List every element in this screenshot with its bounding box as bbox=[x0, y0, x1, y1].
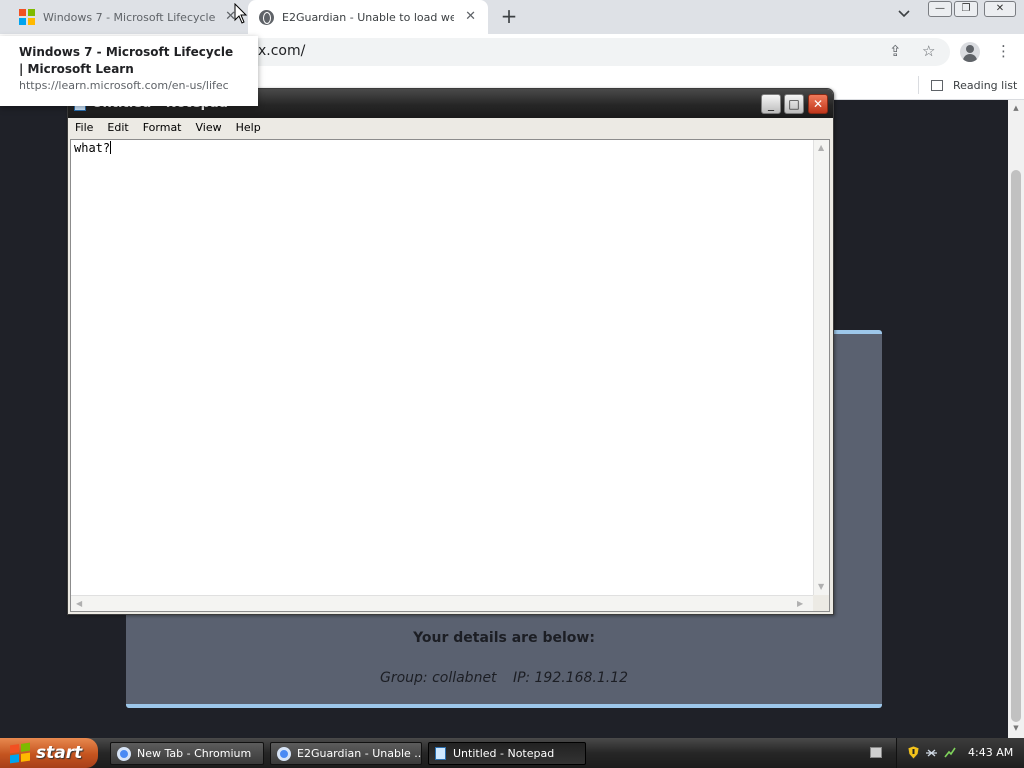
menu-edit[interactable]: Edit bbox=[100, 118, 135, 138]
window-restore-button[interactable]: ❐ bbox=[954, 1, 978, 17]
bookmark-star-icon[interactable]: ☆ bbox=[922, 42, 935, 60]
taskbar-item-new-tab[interactable]: New Tab - Chromium bbox=[110, 742, 264, 765]
keyboard-icon[interactable] bbox=[870, 747, 882, 758]
notepad-text: what? bbox=[74, 141, 111, 155]
text-caret bbox=[110, 141, 112, 154]
taskbar-item-label: Untitled - Notepad bbox=[453, 747, 555, 760]
menu-format[interactable]: Format bbox=[136, 118, 189, 138]
reading-list-icon bbox=[931, 79, 943, 91]
tab-close-icon[interactable]: ✕ bbox=[465, 9, 476, 24]
ip-value: IP: 192.168.1.12 bbox=[513, 670, 629, 686]
browser-menu-icon[interactable]: ⋮ bbox=[996, 42, 1011, 60]
notepad-text-area[interactable]: what? ▲ ▼ ◀ ▶ bbox=[70, 139, 830, 612]
window-close-button[interactable]: ✕ bbox=[984, 1, 1016, 17]
notepad-close-button[interactable]: ✕ bbox=[808, 94, 828, 114]
taskbar: start New Tab - Chromium E2Guardian - Un… bbox=[0, 738, 1024, 768]
resize-grip[interactable] bbox=[813, 595, 829, 611]
notepad-horizontal-scrollbar[interactable]: ◀ ▶ bbox=[71, 595, 813, 611]
chromium-icon bbox=[117, 746, 131, 761]
chromium-icon bbox=[277, 746, 291, 761]
network-activity-icon[interactable] bbox=[943, 746, 956, 759]
taskbar-item-label: E2Guardian - Unable ... bbox=[297, 747, 422, 760]
start-label: start bbox=[36, 743, 83, 763]
taskbar-item-e2guardian[interactable]: E2Guardian - Unable ... bbox=[270, 742, 422, 765]
notepad-minimize-button[interactable]: _ bbox=[761, 94, 781, 114]
browser-tab-strip: Windows 7 - Microsoft Lifecycle | Mi ✕ E… bbox=[0, 0, 1024, 34]
tab-search-button[interactable] bbox=[894, 8, 914, 26]
tab-e2guardian[interactable]: E2Guardian - Unable to load websit ✕ bbox=[248, 0, 488, 34]
globe-icon bbox=[259, 9, 274, 25]
reading-list-button[interactable]: Reading list bbox=[918, 76, 1017, 94]
hover-card-url: https://learn.microsoft.com/en-us/lifec bbox=[19, 79, 229, 92]
menu-help[interactable]: Help bbox=[229, 118, 268, 138]
notepad-vertical-scrollbar[interactable]: ▲ ▼ bbox=[813, 140, 829, 596]
hover-card-title: Windows 7 - Microsoft Lifecycle | Micros… bbox=[19, 45, 234, 76]
mouse-cursor-icon bbox=[234, 3, 248, 24]
address-bar-text[interactable]: x.com/ bbox=[258, 43, 305, 59]
details-heading: Your details are below: bbox=[413, 630, 595, 646]
page-scrollbar[interactable]: ▲ ▼ bbox=[1008, 100, 1024, 738]
scroll-left-icon[interactable]: ◀ bbox=[76, 599, 82, 608]
notepad-maximize-button[interactable]: □ bbox=[784, 94, 804, 114]
start-button[interactable]: start bbox=[0, 738, 98, 768]
profile-avatar[interactable] bbox=[960, 42, 980, 62]
window-minimize-button[interactable]: — bbox=[928, 1, 952, 17]
tab-hover-card: Windows 7 - Microsoft Lifecycle | Micros… bbox=[0, 36, 258, 106]
tab-windows7-lifecycle[interactable]: Windows 7 - Microsoft Lifecycle | Mi ✕ bbox=[8, 0, 248, 34]
notepad-window[interactable]: Untitled - Notepad _ □ ✕ File Edit Forma… bbox=[67, 88, 834, 615]
scroll-down-icon[interactable]: ▼ bbox=[1011, 724, 1021, 732]
scrollbar-thumb[interactable] bbox=[1011, 170, 1021, 722]
taskbar-item-label: New Tab - Chromium bbox=[137, 747, 252, 760]
menu-file[interactable]: File bbox=[68, 118, 100, 138]
menu-view[interactable]: View bbox=[189, 118, 229, 138]
group-value: Group: collabnet bbox=[379, 670, 497, 686]
scroll-right-icon[interactable]: ▶ bbox=[797, 599, 803, 608]
tab-title: Windows 7 - Microsoft Lifecycle | Mi bbox=[43, 10, 215, 24]
notepad-text-content: what? bbox=[74, 140, 112, 156]
share-icon[interactable]: ⇪ bbox=[889, 42, 902, 60]
taskbar-item-notepad[interactable]: Untitled - Notepad bbox=[428, 742, 586, 765]
system-tray: 4:43 AM bbox=[896, 738, 1024, 768]
scroll-down-icon[interactable]: ▼ bbox=[818, 582, 824, 591]
chevron-down-icon bbox=[898, 10, 910, 18]
tab-title: E2Guardian - Unable to load websit bbox=[282, 10, 454, 24]
scroll-up-icon[interactable]: ▲ bbox=[1011, 104, 1021, 112]
new-tab-button[interactable]: + bbox=[498, 6, 520, 28]
microsoft-logo-icon bbox=[19, 9, 35, 25]
clock[interactable]: 4:43 AM bbox=[968, 746, 1013, 759]
security-shield-icon[interactable] bbox=[907, 746, 920, 759]
network-icon[interactable] bbox=[925, 746, 938, 759]
details-line: Group: collabnet IP: 192.168.1.12 bbox=[126, 670, 882, 686]
reading-list-label: Reading list bbox=[953, 78, 1018, 92]
windows-flag-icon bbox=[10, 742, 30, 764]
scroll-up-icon[interactable]: ▲ bbox=[818, 143, 824, 152]
notepad-icon bbox=[435, 747, 446, 760]
notepad-menubar: File Edit Format View Help bbox=[68, 118, 833, 138]
